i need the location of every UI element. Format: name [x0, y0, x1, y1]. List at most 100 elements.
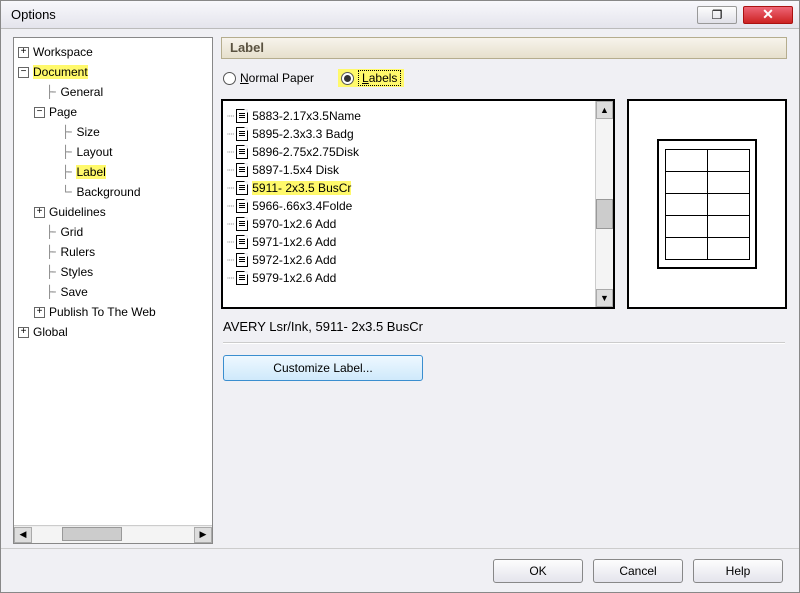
scroll-up-button[interactable]: ▲: [596, 101, 613, 119]
customize-label-button[interactable]: Customize Label...: [223, 355, 423, 381]
label-cell: [707, 237, 750, 260]
tree-item-global[interactable]: +Global: [16, 322, 210, 342]
options-dialog: Options ❐ ✕ +Workspace −Document ├╴Gener…: [0, 0, 800, 593]
list-item-label: 5972-1x2.6 Add: [252, 253, 336, 267]
list-item-label: 5966-.66x3.4Folde: [252, 199, 352, 213]
document-icon: [236, 271, 248, 285]
close-button[interactable]: ✕: [743, 6, 793, 24]
tree-dash-icon: ┈: [227, 163, 234, 177]
tree-dash-icon: ┈: [227, 253, 234, 267]
scroll-right-button[interactable]: ▶: [194, 527, 212, 543]
list-item[interactable]: ┈ 5911- 2x3.5 BusCr: [227, 179, 591, 197]
label-cell: [665, 237, 708, 260]
cancel-button[interactable]: Cancel: [593, 559, 683, 583]
tree-item-grid[interactable]: ├╴Grid: [16, 222, 210, 242]
tree-dash-icon: ┈: [227, 271, 234, 285]
tree-branch-icon: ├╴: [46, 245, 58, 259]
tree-item-publish[interactable]: +Publish To The Web: [16, 302, 210, 322]
list-item-label: 5897-1.5x4 Disk: [252, 163, 339, 177]
document-icon: [236, 145, 248, 159]
expand-icon[interactable]: +: [34, 207, 45, 218]
tree-item-layout[interactable]: ├╴Layout: [16, 142, 210, 162]
tree-item-label[interactable]: ├╴Label: [16, 162, 210, 182]
expand-icon[interactable]: +: [34, 307, 45, 318]
scroll-left-button[interactable]: ◀: [14, 527, 32, 543]
list-vertical-scrollbar[interactable]: ▲ ▼: [595, 101, 613, 307]
tree-branch-icon: ├╴: [62, 125, 74, 139]
document-icon: [236, 253, 248, 267]
list-item-label: 5896-2.75x2.75Disk: [252, 145, 359, 159]
radio-labels[interactable]: Labels: [338, 69, 404, 87]
tree-horizontal-scrollbar[interactable]: ◀ ▶: [14, 525, 212, 543]
expand-icon[interactable]: +: [18, 327, 29, 338]
document-icon: [236, 163, 248, 177]
tree-dash-icon: ┈: [227, 181, 234, 195]
label-cell: [707, 149, 750, 172]
tree-item-general[interactable]: ├╴General: [16, 82, 210, 102]
list-item[interactable]: ┈ 5970-1x2.6 Add: [227, 215, 591, 233]
radio-label: Normal Paper: [240, 71, 314, 85]
tree-dash-icon: ┈: [227, 145, 234, 159]
tree-dash-icon: ┈: [227, 199, 234, 213]
document-icon: [236, 235, 248, 249]
list-item[interactable]: ┈5895-2.3x3.3 Badg: [227, 125, 591, 143]
tree-dash-icon: ┈: [227, 217, 234, 231]
list-item[interactable]: ┈5971-1x2.6 Add: [227, 233, 591, 251]
selected-label-status: AVERY Lsr/Ink, 5911- 2x3.5 BusCr: [223, 319, 785, 334]
list-item-label: 5883-2.17x3.5Name: [252, 109, 361, 123]
titlebar-buttons: ❐ ✕: [697, 6, 793, 24]
collapse-icon[interactable]: −: [34, 107, 45, 118]
tree-branch-icon: ├╴: [46, 85, 58, 99]
settings-panel: Label Normal Paper Labels ┈5883-2.17x3.5…: [221, 37, 787, 544]
list-item-label: 5911- 2x3.5 BusCr: [252, 181, 351, 195]
category-tree[interactable]: +Workspace −Document ├╴General −Page ├╴S…: [14, 38, 212, 525]
label-cell: [665, 149, 708, 172]
list-item[interactable]: ┈5883-2.17x3.5Name: [227, 107, 591, 125]
document-icon: [236, 127, 248, 141]
paper-type-radio-group: Normal Paper Labels: [223, 69, 785, 87]
scroll-track[interactable]: [596, 119, 613, 289]
section-header: Label: [221, 37, 787, 59]
document-icon: [236, 217, 248, 231]
list-item[interactable]: ┈ 5966-.66x3.4Folde: [227, 197, 591, 215]
list-item[interactable]: ┈5979-1x2.6 Add: [227, 269, 591, 287]
label-preview-panel: [627, 99, 787, 309]
divider: [223, 342, 785, 343]
expand-icon[interactable]: +: [18, 47, 29, 58]
tree-item-workspace[interactable]: +Workspace: [16, 42, 210, 62]
document-icon: [236, 181, 248, 195]
radio-icon: [223, 72, 236, 85]
tree-item-document[interactable]: −Document: [16, 62, 210, 82]
category-tree-panel: +Workspace −Document ├╴General −Page ├╴S…: [13, 37, 213, 544]
tree-item-size[interactable]: ├╴Size: [16, 122, 210, 142]
label-cell: [707, 171, 750, 194]
label-list[interactable]: ┈5883-2.17x3.5Name┈5895-2.3x3.3 Badg┈589…: [223, 101, 595, 307]
restore-button[interactable]: ❐: [697, 6, 737, 24]
list-item-label: 5971-1x2.6 Add: [252, 235, 336, 249]
list-item-label: 5970-1x2.6 Add: [252, 217, 336, 231]
titlebar: Options ❐ ✕: [1, 1, 799, 29]
label-cell: [665, 171, 708, 194]
tree-branch-icon: └╴: [62, 185, 74, 199]
tree-item-background[interactable]: └╴Background: [16, 182, 210, 202]
dialog-footer: OK Cancel Help: [1, 548, 799, 592]
list-item[interactable]: ┈ 5897-1.5x4 Disk: [227, 161, 591, 179]
radio-normal-paper[interactable]: Normal Paper: [223, 71, 314, 85]
tree-item-rulers[interactable]: ├╴Rulers: [16, 242, 210, 262]
label-cell: [665, 193, 708, 216]
scroll-thumb[interactable]: [62, 527, 122, 541]
scroll-down-button[interactable]: ▼: [596, 289, 613, 307]
tree-item-save[interactable]: ├╴Save: [16, 282, 210, 302]
tree-item-styles[interactable]: ├╴Styles: [16, 262, 210, 282]
list-item[interactable]: ┈ 5972-1x2.6 Add: [227, 251, 591, 269]
tree-branch-icon: ├╴: [46, 265, 58, 279]
list-item-label: 5895-2.3x3.3 Badg: [252, 127, 353, 141]
scroll-track[interactable]: [32, 527, 194, 543]
collapse-icon[interactable]: −: [18, 67, 29, 78]
scroll-thumb[interactable]: [596, 199, 613, 229]
tree-item-guidelines[interactable]: +Guidelines: [16, 202, 210, 222]
tree-item-page[interactable]: −Page: [16, 102, 210, 122]
help-button[interactable]: Help: [693, 559, 783, 583]
ok-button[interactable]: OK: [493, 559, 583, 583]
list-item[interactable]: ┈ 5896-2.75x2.75Disk: [227, 143, 591, 161]
